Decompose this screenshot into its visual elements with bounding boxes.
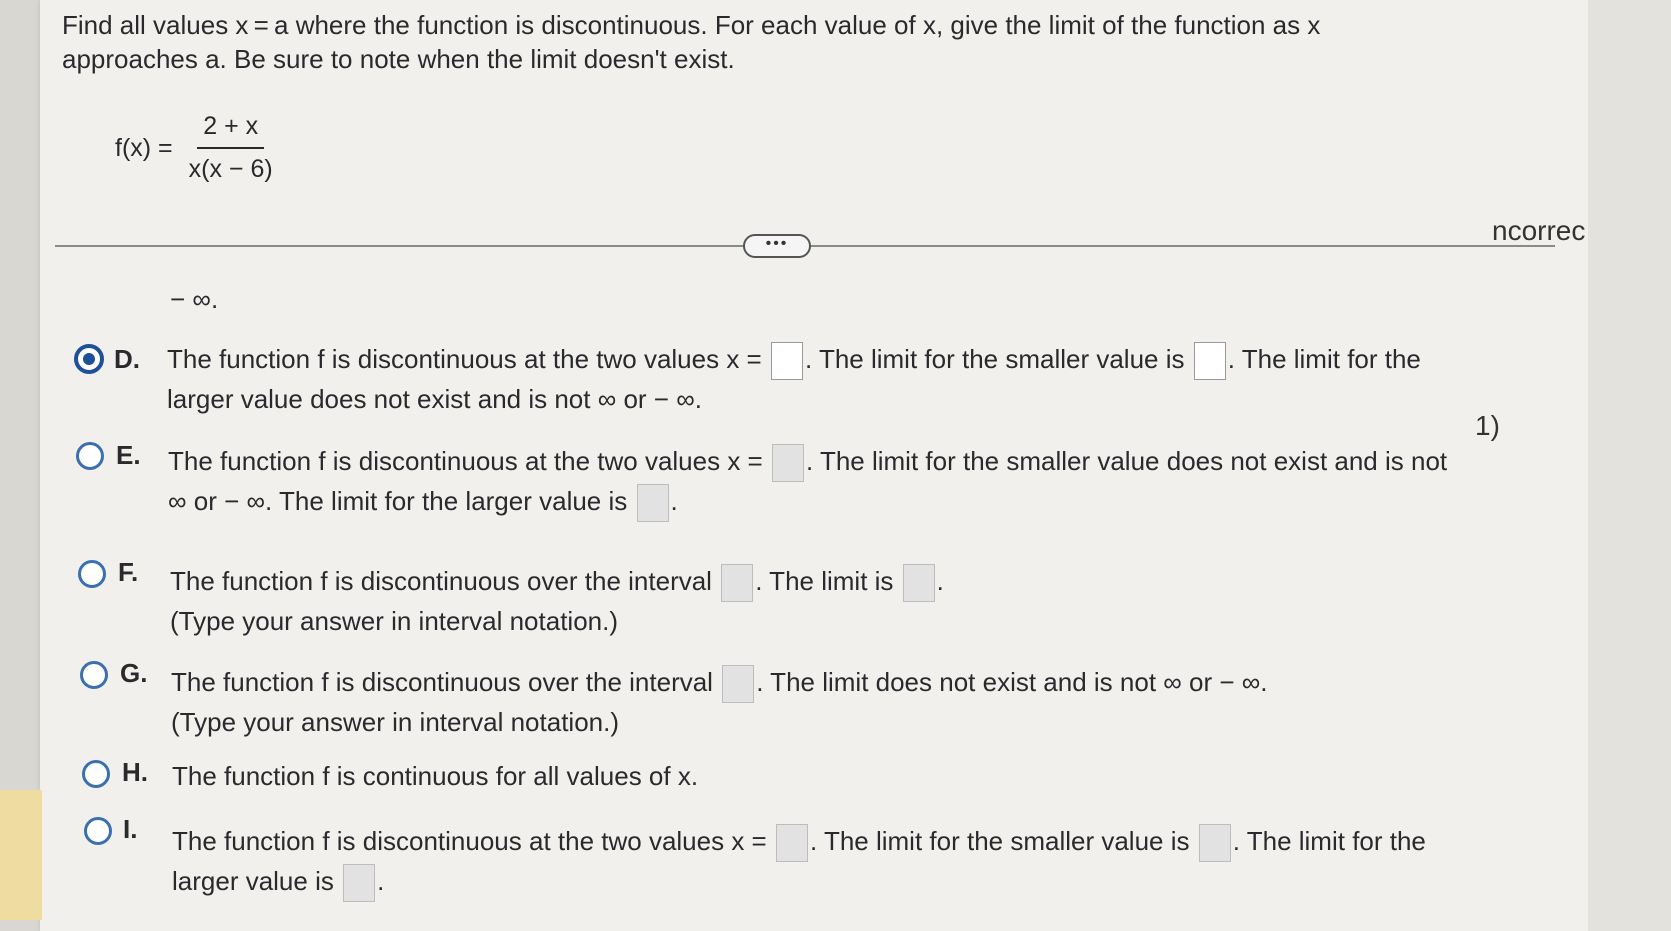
option-g-text-2: . The limit does not exist and is not ∞ … (756, 667, 1268, 697)
option-d[interactable]: The function f is discontinuous at the t… (167, 340, 1421, 418)
option-h[interactable]: The function f is continuous for all val… (172, 757, 698, 795)
option-f[interactable]: The function f is discontinuous over the… (170, 562, 944, 640)
option-g[interactable]: The function f is discontinuous over the… (171, 663, 1268, 741)
radio-option-f[interactable] (78, 560, 106, 588)
option-i-smaller-limit-input[interactable] (1198, 824, 1231, 863)
radio-option-d[interactable] (74, 344, 104, 374)
function-denominator: x(x − 6) (188, 155, 273, 183)
option-h-text-1: The function f is continuous for all val… (172, 761, 699, 791)
option-i-discontinuity-input[interactable] (775, 824, 808, 863)
option-d-text-1: The function f is discontinuous at the t… (167, 344, 762, 374)
question-text: Find all values x = a where the function… (62, 10, 1321, 74)
function-fraction: 2 + x x(x − 6) (183, 112, 279, 184)
side-panel: ncorrec 1) (1475, 0, 1671, 931)
side-panel-label: ncorrec (1492, 215, 1586, 246)
scrolled-option-fragment: − ∞. (170, 284, 219, 314)
option-f-limit-input[interactable] (902, 564, 935, 603)
option-g-interval-input[interactable] (722, 665, 755, 704)
option-g-text-3: (Type your answer in interval notation.) (171, 707, 619, 738)
option-e-text-4: . (670, 486, 678, 517)
option-i-text-2: . The limit for the smaller value is (809, 826, 1190, 856)
option-i[interactable]: The function f is discontinuous at the t… (172, 822, 1426, 903)
option-d-text-2: . The limit for the smaller value is (804, 344, 1185, 374)
more-button[interactable]: ••• (743, 234, 811, 258)
option-letter-g: G. (120, 658, 148, 688)
option-i-text-5: . (377, 866, 385, 897)
option-i-text-1: The function f is discontinuous at the t… (172, 826, 767, 856)
option-f-text-4: (Type your answer in interval notation.) (170, 606, 618, 637)
radio-option-i[interactable] (84, 817, 112, 845)
radio-option-h[interactable] (82, 760, 110, 788)
option-letter-h: H. (122, 757, 148, 787)
option-d-smaller-limit-input[interactable] (1193, 342, 1226, 381)
option-letter-e: E. (116, 440, 141, 470)
option-e[interactable]: The function f is discontinuous at the t… (168, 442, 1448, 523)
option-letter-i: I. (123, 814, 138, 844)
left-highlight-strip (0, 790, 42, 920)
option-f-text-2: . The limit is (755, 566, 894, 596)
option-g-text-1: The function f is discontinuous over the… (171, 667, 713, 697)
option-d-discontinuity-input[interactable] (770, 342, 803, 381)
option-e-discontinuity-input[interactable] (771, 444, 804, 483)
side-panel-number: 1) (1475, 410, 1500, 441)
option-f-text-1: The function f is discontinuous over the… (170, 566, 712, 596)
option-e-larger-limit-input[interactable] (636, 484, 669, 523)
option-d-text-4: larger value does not exist and is not ∞… (167, 384, 702, 415)
option-e-text-2: . The limit for the smaller value does n… (805, 446, 1448, 476)
option-e-text-1: The function f is discontinuous at the t… (168, 446, 763, 476)
option-letter-f: F. (118, 557, 139, 587)
option-d-text-3: . The limit for the (1227, 344, 1421, 374)
option-e-text-3: ∞ or − ∞. The limit for the larger value… (168, 486, 628, 517)
option-letter-d: D. (114, 344, 140, 374)
option-f-interval-input[interactable] (721, 564, 754, 603)
option-f-text-3: . (936, 566, 944, 596)
function-definition: f(x) = 2 + x x(x − 6) (115, 112, 279, 184)
option-i-text-4: larger value is (172, 866, 334, 897)
radio-option-g[interactable] (80, 661, 108, 689)
radio-option-e[interactable] (76, 442, 104, 470)
option-i-text-3: . The limit for the (1232, 826, 1426, 856)
function-label: f(x) = (115, 133, 173, 162)
function-numerator: 2 + x (197, 112, 265, 149)
option-i-larger-limit-input[interactable] (343, 864, 376, 903)
